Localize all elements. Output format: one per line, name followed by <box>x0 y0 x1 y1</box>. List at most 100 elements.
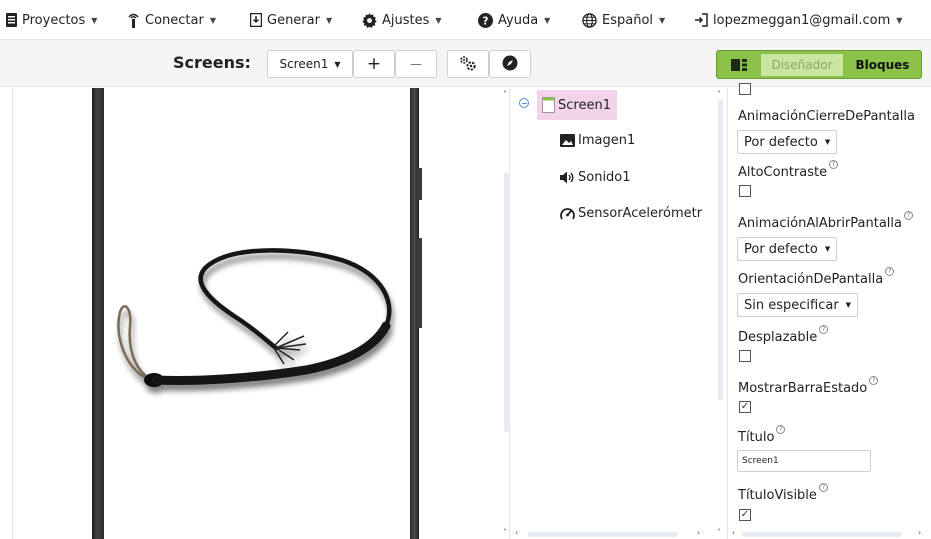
remove-screen-button[interactable]: — <box>395 50 437 78</box>
gears-icon <box>459 55 477 74</box>
screens-label: Screens: <box>173 53 251 72</box>
add-screen-label: + <box>366 54 382 74</box>
title-input[interactable]: Screen1 <box>737 450 871 472</box>
property-anim-open-label: AnimaciónAlAbrirPantalla? <box>738 211 913 231</box>
menu-account-label: lopezmeggan1@gmail.com <box>713 12 891 28</box>
designer-toolbar: Screens: Screen1 ▼ + — Diseñador Bloques <box>0 40 931 87</box>
designer-button[interactable]: Diseñador <box>761 54 843 76</box>
scroll-left-arrow[interactable]: ‹ <box>732 528 735 537</box>
menu-help-label: Ayuda <box>498 12 539 28</box>
scroll-right-arrow[interactable]: › <box>697 528 700 537</box>
menu-account[interactable]: lopezmeggan1@gmail.com ▼ <box>694 7 902 33</box>
project-properties-button[interactable] <box>447 50 489 78</box>
scrollable-checkbox[interactable] <box>739 350 751 362</box>
scroll-up-arrow[interactable]: ˄ <box>717 90 721 99</box>
property-scrollable-label: Desplazable? <box>738 325 829 345</box>
help-icon[interactable]: ? <box>819 325 829 334</box>
property-title-visible-label: TítuloVisible? <box>738 483 828 503</box>
collapse-toggle[interactable] <box>519 98 529 108</box>
chevron-down-icon: ▼ <box>91 15 98 25</box>
tree-item-label: Imagen1 <box>578 133 636 148</box>
toggle-panels-button[interactable] <box>720 54 758 76</box>
tree-item-label: Screen1 <box>558 97 611 113</box>
menu-build[interactable]: Generar ▼ <box>250 7 332 33</box>
help-icon[interactable]: ? <box>776 425 786 434</box>
property-title-label: Título? <box>738 425 786 445</box>
tree-item-imagen1[interactable]: Imagen1 <box>560 133 635 148</box>
preview-button[interactable] <box>489 50 531 78</box>
anim-close-select[interactable]: Por defecto ▼ <box>737 130 838 154</box>
help-icon[interactable]: ? <box>829 160 839 169</box>
menu-help[interactable]: ? Ayuda ▼ <box>478 7 550 33</box>
anim-open-select[interactable]: Por defecto ▼ <box>737 237 838 261</box>
tree-item-sensor-acelerometro[interactable]: SensorAcelerómetr <box>560 206 702 221</box>
whip-image[interactable] <box>106 238 406 408</box>
projects-icon <box>6 13 17 27</box>
properties-panel: AnimaciónCierreDePantalla Por defecto ▼ A… <box>727 83 931 539</box>
phone-frame-left <box>92 88 104 539</box>
scroll-left-arrow[interactable]: ‹ <box>515 528 518 537</box>
property-show-status-label: MostrarBarraEstado? <box>738 376 879 396</box>
tree-item-screen1[interactable]: Screen1 <box>537 90 617 120</box>
layout-icon <box>731 56 747 75</box>
chevron-down-icon: ▼ <box>544 15 551 25</box>
chevron-down-icon: ▼ <box>896 15 903 25</box>
tree-item-sonido1[interactable]: Sonido1 <box>560 170 631 185</box>
help-icon[interactable]: ? <box>869 376 879 385</box>
property-high-contrast-label: AltoContraste? <box>738 160 839 180</box>
chevron-down-icon: ▼ <box>845 301 852 309</box>
tree-item-label: Sonido1 <box>578 170 631 185</box>
menu-language[interactable]: Español ▼ <box>582 7 665 33</box>
screen-icon <box>542 97 555 113</box>
chevron-down-icon: ▼ <box>824 138 831 146</box>
menu-connect-label: Conectar <box>145 12 204 28</box>
scroll-down-arrow[interactable]: ˅ <box>717 528 721 537</box>
image-icon <box>560 134 575 147</box>
show-status-checkbox[interactable]: ✓ <box>739 401 751 413</box>
menu-projects-label: Proyectos <box>22 12 86 28</box>
chevron-down-icon: ▼ <box>435 15 442 25</box>
chevron-down-icon: ▼ <box>824 245 831 253</box>
chevron-down-icon: ▼ <box>334 59 341 69</box>
scroll-up-arrow[interactable]: ˄ <box>503 90 507 99</box>
components-tree: Screen1 Imagen1 Sonido1 SensorAcelerómet… <box>511 88 716 539</box>
scroll-down-arrow[interactable]: ˅ <box>503 528 507 537</box>
checkmark-icon: ✓ <box>740 401 750 412</box>
title-visible-checkbox[interactable]: ✓ <box>739 509 751 521</box>
viewer-scrollbar[interactable] <box>504 172 509 432</box>
antenna-icon <box>127 12 140 28</box>
top-menu-bar: Proyectos ▼ Conectar ▼ Generar ▼ Ajustes… <box>0 0 931 40</box>
help-icon[interactable]: ? <box>818 483 828 492</box>
speaker-icon <box>560 171 575 184</box>
svg-text:?: ? <box>483 15 489 27</box>
menu-language-label: Español <box>602 12 654 28</box>
compass-icon <box>502 55 518 74</box>
screen-select[interactable]: Screen1 ▼ <box>267 50 353 78</box>
menu-projects[interactable]: Proyectos ▼ <box>6 7 97 33</box>
chevron-down-icon: ▼ <box>325 15 333 25</box>
help-icon[interactable]: ? <box>904 211 913 220</box>
properties-hscrollbar[interactable] <box>742 532 902 537</box>
question-icon: ? <box>478 12 493 28</box>
chevron-down-icon: ▼ <box>659 15 666 25</box>
tree-hscrollbar[interactable] <box>528 532 678 537</box>
high-contrast-checkbox[interactable] <box>739 185 751 197</box>
remove-screen-label: — <box>410 57 422 71</box>
menu-settings[interactable]: Ajustes ▼ <box>362 7 442 33</box>
scroll-right-arrow[interactable]: › <box>918 528 921 537</box>
view-switcher: Diseñador Bloques <box>716 50 922 79</box>
phone-side-button <box>417 168 422 200</box>
property-checkbox[interactable] <box>739 83 751 95</box>
add-screen-button[interactable]: + <box>353 50 395 78</box>
help-icon[interactable]: ? <box>885 267 895 276</box>
orientation-select[interactable]: Sin especificar ▼ <box>737 293 859 317</box>
gauge-icon <box>560 207 575 221</box>
property-anim-close-label: AnimaciónCierreDePantalla <box>738 109 915 124</box>
property-orientation-label: OrientaciónDePantalla? <box>738 267 895 287</box>
menu-connect[interactable]: Conectar ▼ <box>127 7 216 33</box>
tree-scrollbar[interactable] <box>718 100 723 400</box>
menu-build-label: Generar <box>267 12 320 28</box>
sign-in-icon <box>694 13 708 27</box>
menu-settings-label: Ajustes <box>382 12 430 28</box>
blocks-button[interactable]: Bloques <box>846 54 919 76</box>
